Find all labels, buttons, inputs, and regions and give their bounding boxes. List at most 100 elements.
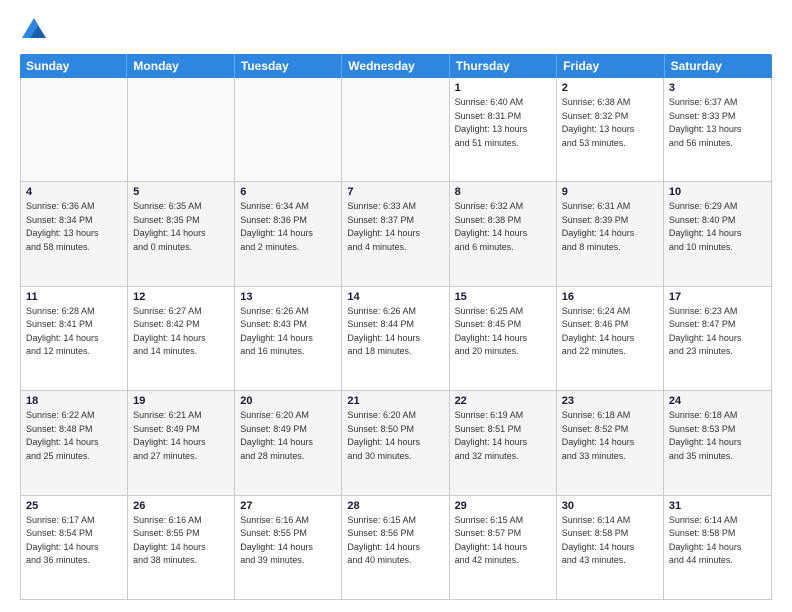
day-info: Sunrise: 6:18 AM Sunset: 8:52 PM Dayligh… [562,409,658,463]
day-info: Sunrise: 6:20 AM Sunset: 8:50 PM Dayligh… [347,409,443,463]
calendar-cell: 23 Sunrise: 6:18 AM Sunset: 8:52 PM Dayli… [557,391,664,494]
day-info: Sunrise: 6:40 AM Sunset: 8:31 PM Dayligh… [455,96,551,150]
day-info: Sunrise: 6:15 AM Sunset: 8:57 PM Dayligh… [455,514,551,568]
day-header-monday: Monday [127,54,234,78]
day-info: Sunrise: 6:32 AM Sunset: 8:38 PM Dayligh… [455,200,551,254]
calendar-header: SundayMondayTuesdayWednesdayThursdayFrid… [20,54,772,78]
page: SundayMondayTuesdayWednesdayThursdayFrid… [0,0,792,612]
day-info: Sunrise: 6:21 AM Sunset: 8:49 PM Dayligh… [133,409,229,463]
calendar-cell: 17Sunrise: 6:23 AM Sunset: 8:47 PM Dayli… [664,287,771,390]
day-number: 17 [669,291,766,303]
day-info: Sunrise: 6:20 AM Sunset: 8:49 PM Dayligh… [240,409,336,463]
day-number: 15 [455,291,551,303]
day-header-tuesday: Tuesday [235,54,342,78]
calendar-cell: 24 Sunrise: 6:18 AM Sunset: 8:53 PM Dayli… [664,391,771,494]
calendar-cell [235,78,342,181]
day-number: 1 [455,82,551,94]
day-number: 10 [669,186,766,198]
day-info: Sunrise: 6:14 AM Sunset: 8:58 PM Dayligh… [669,514,766,568]
day-number: 16 [562,291,658,303]
day-number: 4 [26,186,122,198]
calendar-cell: 16 Sunrise: 6:24 AM Sunset: 8:46 PM Dayli… [557,287,664,390]
day-info: Sunrise: 6:26 AM Sunset: 8:43 PM Dayligh… [240,305,336,359]
day-number: 25 [26,500,122,512]
day-info: Sunrise: 6:33 AM Sunset: 8:37 PM Dayligh… [347,200,443,254]
calendar-cell: 11 Sunrise: 6:28 AM Sunset: 8:41 PM Dayli… [21,287,128,390]
day-info: Sunrise: 6:22 AM Sunset: 8:48 PM Dayligh… [26,409,122,463]
calendar: SundayMondayTuesdayWednesdayThursdayFrid… [20,54,772,600]
calendar-cell: 7Sunrise: 6:33 AM Sunset: 8:37 PM Daylig… [342,182,449,285]
day-info: Sunrise: 6:38 AM Sunset: 8:32 PM Dayligh… [562,96,658,150]
day-number: 11 [26,291,122,303]
calendar-cell [21,78,128,181]
calendar-cell: 31 Sunrise: 6:14 AM Sunset: 8:58 PM Dayli… [664,496,771,599]
day-number: 12 [133,291,229,303]
day-number: 18 [26,395,122,407]
day-info: Sunrise: 6:16 AM Sunset: 8:55 PM Dayligh… [240,514,336,568]
calendar-cell: 10 Sunrise: 6:29 AM Sunset: 8:40 PM Dayli… [664,182,771,285]
day-info: Sunrise: 6:36 AM Sunset: 8:34 PM Dayligh… [26,200,122,254]
calendar-cell: 8 Sunrise: 6:32 AM Sunset: 8:38 PM Daylig… [450,182,557,285]
day-header-wednesday: Wednesday [342,54,449,78]
calendar-week-1: 1 Sunrise: 6:40 AM Sunset: 8:31 PM Daylig… [21,78,771,182]
day-number: 8 [455,186,551,198]
calendar-cell: 4 Sunrise: 6:36 AM Sunset: 8:34 PM Daylig… [21,182,128,285]
calendar-cell [342,78,449,181]
calendar-cell: 18 Sunrise: 6:22 AM Sunset: 8:48 PM Dayli… [21,391,128,494]
day-info: Sunrise: 6:25 AM Sunset: 8:45 PM Dayligh… [455,305,551,359]
day-info: Sunrise: 6:16 AM Sunset: 8:55 PM Dayligh… [133,514,229,568]
calendar-cell: 21Sunrise: 6:20 AM Sunset: 8:50 PM Dayli… [342,391,449,494]
day-number: 24 [669,395,766,407]
calendar-cell: 5 Sunrise: 6:35 AM Sunset: 8:35 PM Daylig… [128,182,235,285]
day-number: 31 [669,500,766,512]
calendar-cell: 25Sunrise: 6:17 AM Sunset: 8:54 PM Dayli… [21,496,128,599]
day-info: Sunrise: 6:19 AM Sunset: 8:51 PM Dayligh… [455,409,551,463]
day-number: 9 [562,186,658,198]
day-header-friday: Friday [557,54,664,78]
calendar-cell: 9 Sunrise: 6:31 AM Sunset: 8:39 PM Daylig… [557,182,664,285]
day-number: 5 [133,186,229,198]
header [20,16,772,44]
day-number: 20 [240,395,336,407]
day-number: 29 [455,500,551,512]
day-number: 19 [133,395,229,407]
day-info: Sunrise: 6:15 AM Sunset: 8:56 PM Dayligh… [347,514,443,568]
day-number: 3 [669,82,766,94]
calendar-cell: 14 Sunrise: 6:26 AM Sunset: 8:44 PM Dayli… [342,287,449,390]
calendar-cell: 12Sunrise: 6:27 AM Sunset: 8:42 PM Dayli… [128,287,235,390]
day-number: 6 [240,186,336,198]
calendar-week-5: 25Sunrise: 6:17 AM Sunset: 8:54 PM Dayli… [21,496,771,599]
day-info: Sunrise: 6:35 AM Sunset: 8:35 PM Dayligh… [133,200,229,254]
logo [20,16,52,44]
day-info: Sunrise: 6:31 AM Sunset: 8:39 PM Dayligh… [562,200,658,254]
calendar-cell: 1 Sunrise: 6:40 AM Sunset: 8:31 PM Daylig… [450,78,557,181]
day-info: Sunrise: 6:24 AM Sunset: 8:46 PM Dayligh… [562,305,658,359]
calendar-cell: 22 Sunrise: 6:19 AM Sunset: 8:51 PM Dayli… [450,391,557,494]
day-number: 14 [347,291,443,303]
calendar-cell: 26 Sunrise: 6:16 AM Sunset: 8:55 PM Dayli… [128,496,235,599]
day-info: Sunrise: 6:18 AM Sunset: 8:53 PM Dayligh… [669,409,766,463]
day-number: 26 [133,500,229,512]
day-info: Sunrise: 6:28 AM Sunset: 8:41 PM Dayligh… [26,305,122,359]
logo-icon [20,16,48,44]
calendar-cell: 20 Sunrise: 6:20 AM Sunset: 8:49 PM Dayli… [235,391,342,494]
day-info: Sunrise: 6:14 AM Sunset: 8:58 PM Dayligh… [562,514,658,568]
day-number: 27 [240,500,336,512]
day-number: 23 [562,395,658,407]
day-info: Sunrise: 6:29 AM Sunset: 8:40 PM Dayligh… [669,200,766,254]
calendar-cell [128,78,235,181]
day-header-saturday: Saturday [665,54,772,78]
calendar-week-2: 4 Sunrise: 6:36 AM Sunset: 8:34 PM Daylig… [21,182,771,286]
day-info: Sunrise: 6:26 AM Sunset: 8:44 PM Dayligh… [347,305,443,359]
day-number: 13 [240,291,336,303]
day-info: Sunrise: 6:34 AM Sunset: 8:36 PM Dayligh… [240,200,336,254]
day-number: 30 [562,500,658,512]
day-number: 22 [455,395,551,407]
calendar-body: 1 Sunrise: 6:40 AM Sunset: 8:31 PM Daylig… [20,78,772,600]
calendar-cell: 3Sunrise: 6:37 AM Sunset: 8:33 PM Daylig… [664,78,771,181]
day-number: 28 [347,500,443,512]
calendar-cell: 2 Sunrise: 6:38 AM Sunset: 8:32 PM Daylig… [557,78,664,181]
calendar-cell: 6 Sunrise: 6:34 AM Sunset: 8:36 PM Daylig… [235,182,342,285]
calendar-cell: 29 Sunrise: 6:15 AM Sunset: 8:57 PM Dayli… [450,496,557,599]
day-number: 2 [562,82,658,94]
